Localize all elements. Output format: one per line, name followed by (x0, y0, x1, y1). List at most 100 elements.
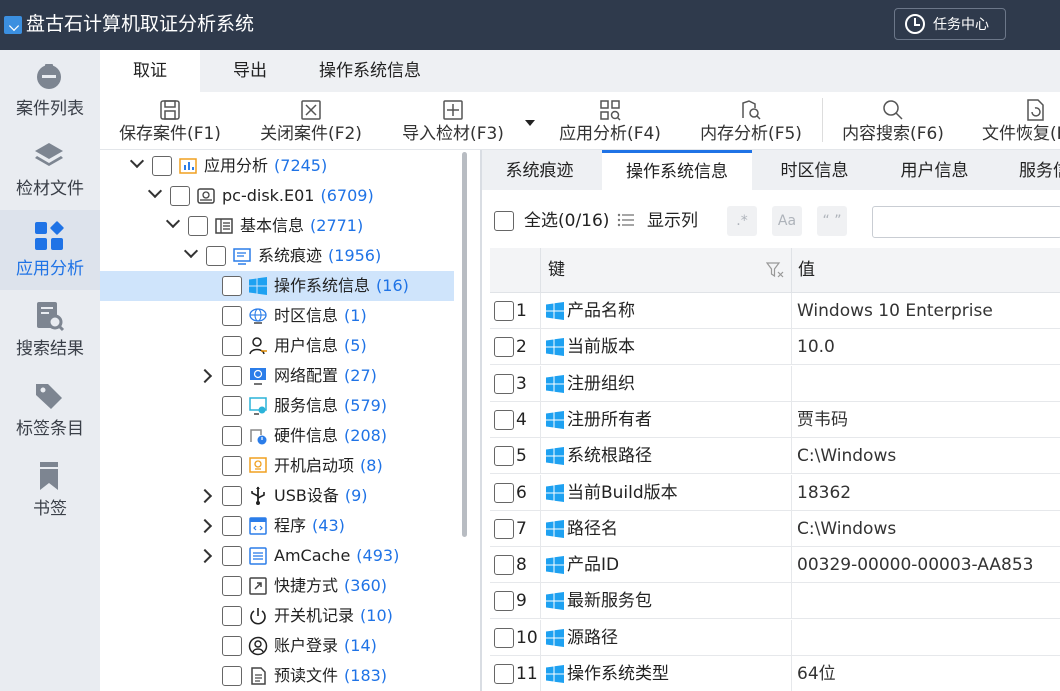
tree-checkbox[interactable] (222, 336, 242, 356)
content-search-button[interactable]: 内容搜索(F6) (840, 92, 946, 150)
select-all-label[interactable]: 全选(0/16) (524, 210, 609, 232)
row-checkbox[interactable] (494, 337, 514, 358)
filter-search-input[interactable] (872, 206, 1060, 238)
case-sensitive-toggle-button[interactable]: Aa (772, 206, 802, 236)
expand-arrow-icon[interactable] (197, 548, 213, 564)
nav-item-search-results[interactable]: 搜索结果 (0, 290, 100, 370)
row-checkbox[interactable] (494, 301, 514, 321)
tab-system-traces[interactable]: 系统痕迹 (482, 150, 597, 190)
tree-node-programs[interactable]: 程序 (43) (100, 511, 454, 541)
row-checkbox[interactable] (494, 518, 514, 539)
nav-item-app-analysis[interactable]: 应用分析 (0, 210, 100, 290)
list-columns-icon[interactable] (617, 212, 635, 228)
collapse-arrow-icon[interactable] (183, 243, 199, 259)
show-columns-button[interactable]: 显示列 (647, 210, 698, 232)
save-case-button[interactable]: 保存案件(F1) (118, 92, 222, 150)
tree-checkbox[interactable] (222, 666, 242, 686)
table-row[interactable]: 4 注册所有者 贾韦码 (490, 401, 1060, 438)
row-checkbox[interactable] (494, 409, 514, 430)
table-row[interactable]: 9 最新服务包 (490, 583, 1060, 620)
column-separator[interactable] (540, 248, 541, 293)
collapse-arrow-icon[interactable] (147, 183, 163, 199)
tree-node-app-analysis[interactable]: 应用分析 (7245) (100, 151, 454, 181)
row-checkbox[interactable] (494, 555, 514, 576)
tree-node-os-info[interactable]: 操作系统信息 (16) (100, 271, 454, 301)
tab-os-info[interactable]: 操作系统信息 (305, 50, 435, 92)
tab-export[interactable]: 导出 (210, 50, 290, 92)
column-separator[interactable] (791, 248, 792, 293)
tree-node-power-records[interactable]: 开关机记录 (10) (100, 601, 454, 631)
task-center-button[interactable]: 任务中心 (894, 8, 1006, 40)
table-row[interactable]: 5 系统根路径 C:\Windows (490, 438, 1060, 475)
table-row[interactable]: 6 当前Build版本 18362 (490, 474, 1060, 511)
tree-node-shortcuts[interactable]: 快捷方式 (360) (100, 571, 454, 601)
tree-checkbox[interactable] (222, 366, 242, 386)
import-evidence-button[interactable]: 导入检材(F3) (400, 92, 506, 150)
tree-checkbox[interactable] (222, 576, 242, 596)
table-row[interactable]: 3 注册组织 (490, 365, 1060, 402)
table-row[interactable]: 11 操作系统类型 64位 (490, 656, 1060, 691)
collapse-arrow-icon[interactable] (165, 213, 181, 229)
import-dropdown-arrow-icon[interactable] (525, 120, 535, 126)
tree-checkbox[interactable] (222, 636, 242, 656)
tree-node-usb[interactable]: USB设备 (9) (100, 481, 454, 511)
collapse-arrow-icon[interactable] (129, 153, 145, 169)
tree-node-hardware[interactable]: 硬件信息 (208) (100, 421, 454, 451)
tree-node-user-info[interactable]: 用户信息 (5) (100, 331, 454, 361)
row-checkbox[interactable] (494, 482, 514, 503)
tree-scrollbar[interactable] (462, 152, 467, 537)
nav-item-case-list[interactable]: 案件列表 (0, 50, 100, 130)
tree-node-network-config[interactable]: 网络配置 (27) (100, 361, 454, 391)
table-row[interactable]: 8 产品ID 00329-00000-00003-AA853 (490, 547, 1060, 584)
expand-arrow-icon[interactable] (197, 368, 213, 384)
tree-checkbox[interactable] (222, 546, 242, 566)
tree-node-startup[interactable]: 开机启动项 (8) (100, 451, 454, 481)
tree-node-system-traces[interactable]: 系统痕迹 (1956) (100, 241, 454, 271)
tree-node-prefetch[interactable]: 预读文件 (183) (100, 661, 454, 691)
table-row[interactable]: 2 当前版本 10.0 (490, 329, 1060, 366)
row-checkbox[interactable] (494, 627, 514, 648)
nav-item-tags[interactable]: 标签条目 (0, 370, 100, 450)
expand-arrow-icon[interactable] (197, 488, 213, 504)
row-checkbox[interactable] (494, 591, 514, 612)
file-recover-button[interactable]: 文件恢复(F7) (982, 92, 1060, 150)
exact-match-toggle-button[interactable]: “ ” (817, 206, 847, 236)
tree-checkbox[interactable] (152, 156, 172, 176)
tab-os-info-content[interactable]: 操作系统信息 (602, 150, 752, 190)
tree-checkbox[interactable] (222, 606, 242, 626)
tree-node-basic-info[interactable]: 基本信息 (2771) (100, 211, 454, 241)
nav-item-evidence-files[interactable]: 检材文件 (0, 130, 100, 210)
select-all-checkbox[interactable] (494, 211, 514, 231)
memory-analysis-button[interactable]: 内存分析(F5) (698, 92, 804, 150)
tree-checkbox[interactable] (222, 426, 242, 446)
tree-checkbox[interactable] (222, 306, 242, 326)
tree-node-disk[interactable]: pc-disk.E01 (6709) (100, 181, 454, 211)
tab-timezone[interactable]: 时区信息 (757, 150, 872, 190)
tab-services[interactable]: 服务信息 (1002, 150, 1060, 223)
column-filter-icon[interactable] (766, 262, 784, 278)
close-case-button[interactable]: 关闭案件(F2) (258, 92, 364, 150)
row-checkbox[interactable] (494, 664, 514, 684)
column-header-value[interactable]: 值 (798, 248, 815, 293)
tree-node-amcache[interactable]: AmCache (493) (100, 541, 454, 571)
column-header-key[interactable]: 键 (548, 248, 565, 293)
tree-node-timezone[interactable]: 时区信息 (1) (100, 301, 454, 331)
table-row[interactable]: 10 源路径 (490, 619, 1060, 656)
table-row[interactable]: 1 产品名称 Windows 10 Enterprise (490, 293, 1060, 329)
regex-toggle-button[interactable]: .* (727, 206, 757, 236)
expand-arrow-icon[interactable] (197, 518, 213, 534)
tree-checkbox[interactable] (222, 486, 242, 506)
tree-checkbox[interactable] (206, 246, 226, 266)
row-checkbox[interactable] (494, 373, 514, 394)
tree-node-services[interactable]: 服务信息 (579) (100, 391, 454, 421)
tree-node-account-login[interactable]: 账户登录 (14) (100, 631, 454, 661)
nav-item-bookmarks[interactable]: 书签 (0, 450, 100, 530)
tree-checkbox[interactable] (170, 186, 190, 206)
tab-user-info[interactable]: 用户信息 (877, 150, 992, 190)
tree-checkbox[interactable] (222, 516, 242, 536)
row-checkbox[interactable] (494, 446, 514, 467)
tab-forensics[interactable]: 取证 (100, 50, 200, 92)
tree-checkbox[interactable] (222, 456, 242, 476)
table-row[interactable]: 7 路径名 C:\Windows (490, 510, 1060, 547)
tree-checkbox[interactable] (188, 216, 208, 236)
